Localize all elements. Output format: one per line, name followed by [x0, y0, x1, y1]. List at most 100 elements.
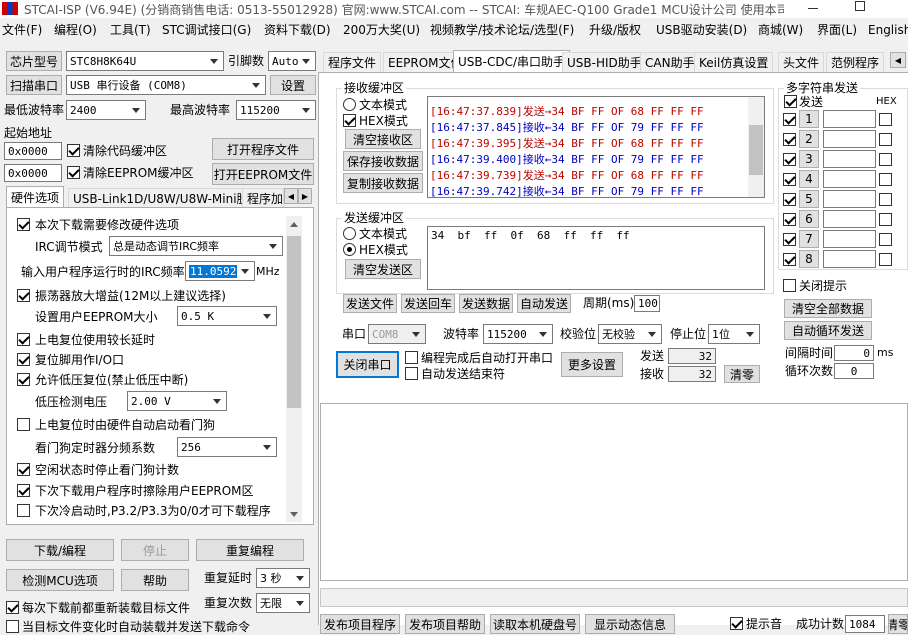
- min-baud-select[interactable]: 2400: [66, 100, 146, 120]
- idle-wdt-checkbox[interactable]: [17, 463, 30, 476]
- menu-upgrade[interactable]: 升级/版权: [589, 22, 641, 38]
- chip-model-select[interactable]: STC8H8K64U: [66, 51, 224, 71]
- menu-prize[interactable]: 200万大奖(U): [343, 22, 420, 38]
- multi-row-input[interactable]: [823, 230, 876, 248]
- multi-row-hex-checkbox[interactable]: [879, 213, 892, 226]
- port-select[interactable]: USB 串行设备 (COM8): [66, 75, 266, 95]
- tab-examples[interactable]: 范例程序: [826, 52, 885, 72]
- menu-video[interactable]: 视频教学/技术论坛/选型(F): [430, 22, 574, 38]
- maximize-icon[interactable]: [855, 1, 865, 11]
- open-eeprom-button[interactable]: 打开EEPROM文件: [212, 163, 314, 185]
- multi-row-send-button[interactable]: 4: [799, 170, 819, 188]
- tab-scroll-right[interactable]: ▶: [298, 188, 312, 204]
- multi-row-checkbox[interactable]: [783, 193, 796, 206]
- multi-row-checkbox[interactable]: [783, 213, 796, 226]
- scroll-up-icon[interactable]: [290, 222, 298, 227]
- modify-hw-checkbox[interactable]: [17, 218, 30, 231]
- tab-usb-hid[interactable]: USB-HID助手: [562, 52, 647, 72]
- menu-interface[interactable]: 界面(L): [817, 22, 857, 38]
- auto-loop-button[interactable]: 自动循环发送: [784, 321, 872, 340]
- parity-select[interactable]: 无校验: [598, 324, 662, 344]
- multi-send-all-checkbox[interactable]: [784, 95, 797, 108]
- clear-success-button[interactable]: 清零: [888, 614, 908, 634]
- scroll-down-icon[interactable]: [290, 512, 298, 517]
- output-log-area[interactable]: [320, 403, 908, 581]
- send-text-mode-radio[interactable]: [343, 227, 356, 240]
- period-input[interactable]: 100: [634, 295, 660, 312]
- multi-row-input[interactable]: [823, 130, 876, 148]
- clear-recv-button[interactable]: 清空接收区: [345, 129, 421, 149]
- serial-port-select[interactable]: COM8: [368, 324, 426, 344]
- multi-row-send-button[interactable]: 8: [799, 250, 819, 268]
- multi-row-send-button[interactable]: 6: [799, 210, 819, 228]
- more-settings-button[interactable]: 更多设置: [561, 352, 623, 377]
- recv-scroll-thumb[interactable]: [749, 125, 763, 175]
- show-info-button[interactable]: 显示动态信息: [585, 614, 675, 634]
- reload-checkbox[interactable]: [6, 601, 19, 614]
- multi-row-send-button[interactable]: 5: [799, 190, 819, 208]
- menu-store[interactable]: 商城(W): [758, 22, 803, 38]
- irc-mode-select[interactable]: 总是动态调节IRC频率: [109, 236, 283, 256]
- multi-row-input[interactable]: [823, 110, 876, 128]
- save-recv-button[interactable]: 保存接收数据: [343, 151, 423, 171]
- send-file-button[interactable]: 发送文件: [343, 294, 397, 313]
- read-disk-id-button[interactable]: 读取本机硬盘号: [490, 614, 580, 634]
- interval-input[interactable]: 0: [834, 345, 874, 361]
- chip-model-button[interactable]: 芯片型号: [6, 51, 62, 71]
- auto-send-button[interactable]: 自动发送: [517, 294, 571, 313]
- tab-usb-link[interactable]: USB-Link1D/U8W/U8W-Mini脱机: [68, 188, 266, 208]
- multi-row-send-button[interactable]: 7: [799, 230, 819, 248]
- reset-io-checkbox[interactable]: [17, 353, 30, 366]
- multi-row-hex-checkbox[interactable]: [879, 113, 892, 126]
- osc-gain-checkbox[interactable]: [17, 289, 30, 302]
- open-after-checkbox[interactable]: [405, 351, 418, 364]
- close-hint-checkbox[interactable]: [783, 279, 796, 292]
- multi-row-hex-checkbox[interactable]: [879, 233, 892, 246]
- multi-row-input[interactable]: [823, 150, 876, 168]
- multi-row-checkbox[interactable]: [783, 173, 796, 186]
- tab-scroll-left[interactable]: ◀: [284, 188, 298, 204]
- options-scrollbar[interactable]: [286, 216, 302, 522]
- multi-row-hex-checkbox[interactable]: [879, 153, 892, 166]
- multi-row-checkbox[interactable]: [783, 113, 796, 126]
- baud-select[interactable]: 115200: [483, 324, 553, 344]
- max-baud-select[interactable]: 115200: [236, 100, 316, 120]
- menu-english[interactable]: English: [868, 22, 908, 38]
- settings-button[interactable]: 设置: [270, 75, 316, 95]
- low-volt-reset-checkbox[interactable]: [17, 373, 30, 386]
- send-data-button[interactable]: 发送数据: [459, 294, 513, 313]
- multi-row-input[interactable]: [823, 190, 876, 208]
- minimize-icon[interactable]: [808, 8, 818, 9]
- tab-program-file[interactable]: 程序文件: [323, 52, 382, 72]
- tab-usb-cdc[interactable]: USB-CDC/串口助手: [453, 50, 571, 72]
- recv-text-mode-radio[interactable]: [343, 98, 356, 111]
- multi-row-input[interactable]: [823, 250, 876, 268]
- right-tab-scroll[interactable]: ◀: [890, 52, 906, 68]
- close-port-button[interactable]: 关闭串口: [336, 351, 399, 378]
- send-hex-mode-radio[interactable]: [343, 243, 356, 256]
- stopbit-select[interactable]: 1位: [708, 324, 760, 344]
- clear-code-checkbox[interactable]: [67, 144, 80, 157]
- eeprom-addr-input[interactable]: 0x0000: [4, 164, 62, 182]
- menu-usb-driver[interactable]: USB驱动安装(D): [656, 22, 747, 38]
- multi-row-send-button[interactable]: 3: [799, 150, 819, 168]
- pins-select[interactable]: Auto: [268, 51, 316, 71]
- multi-row-hex-checkbox[interactable]: [879, 253, 892, 266]
- publish-help-button[interactable]: 发布项目帮助: [405, 614, 485, 634]
- repeat-delay-select[interactable]: 3 秒: [256, 568, 310, 588]
- wdt-select[interactable]: 256: [177, 437, 277, 457]
- multi-row-send-button[interactable]: 2: [799, 130, 819, 148]
- multi-row-checkbox[interactable]: [783, 153, 796, 166]
- tab-keil[interactable]: Keil仿真设置: [694, 52, 774, 72]
- recv-textarea[interactable]: [16:47:37.839]发送→34 BF FF OF 68 FF FF FF…: [427, 96, 765, 198]
- clear-count-button[interactable]: 清零: [724, 365, 760, 383]
- multi-row-checkbox[interactable]: [783, 133, 796, 146]
- irc-freq-select[interactable]: 11.0592: [185, 261, 255, 281]
- multi-row-send-button[interactable]: 1: [799, 110, 819, 128]
- reprogram-button[interactable]: 重复编程: [196, 539, 304, 561]
- menu-program[interactable]: 编程(O): [54, 22, 97, 38]
- tab-can[interactable]: CAN助手: [640, 52, 700, 72]
- loop-count-input[interactable]: 0: [834, 363, 874, 379]
- menu-file[interactable]: 文件(F): [2, 22, 42, 38]
- detect-mcu-button[interactable]: 检测MCU选项: [6, 569, 114, 591]
